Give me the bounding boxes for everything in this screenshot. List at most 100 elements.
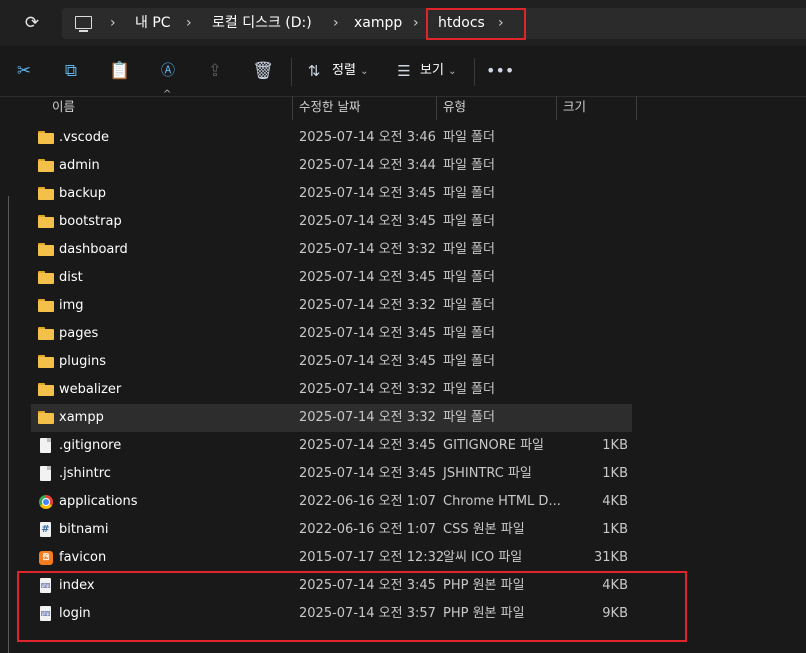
delete-icon[interactable]: 🗑 bbox=[252, 59, 274, 83]
css-file-icon: # bbox=[40, 522, 51, 537]
file-type: 파일 폴더 bbox=[443, 130, 495, 145]
folder-icon bbox=[38, 130, 54, 146]
cut-icon[interactable]: ✂ bbox=[13, 59, 35, 83]
folder-icon bbox=[38, 354, 54, 370]
file-type: 파일 폴더 bbox=[443, 214, 495, 229]
file-type: 파일 폴더 bbox=[443, 242, 495, 257]
file-row[interactable]: dist 2025-07-14 오전 3:45 파일 폴더 bbox=[31, 264, 632, 292]
file-name: applications bbox=[59, 494, 138, 509]
file-date: 2025-07-14 오전 3:32 bbox=[299, 242, 436, 257]
more-options-icon[interactable]: ••• bbox=[486, 59, 514, 83]
file-type: 파일 폴더 bbox=[443, 298, 495, 313]
column-divider[interactable] bbox=[292, 96, 293, 120]
file-row[interactable]: bootstrap 2025-07-14 오전 3:45 파일 폴더 bbox=[31, 208, 632, 236]
chevron-right-icon[interactable]: › bbox=[186, 8, 192, 39]
file-date: 2025-07-14 오전 3:45 bbox=[299, 466, 436, 481]
file-date: 2022-06-16 오전 1:07 bbox=[299, 494, 436, 509]
column-divider[interactable] bbox=[556, 96, 557, 120]
file-date: 2025-07-14 오전 3:45 bbox=[299, 326, 436, 341]
column-header-size[interactable]: 크기 bbox=[563, 96, 586, 120]
sort-label: 정렬 bbox=[332, 63, 356, 78]
file-row[interactable]: ಔ favicon 2015-07-17 오전 12:32 알씨 ICO 파일 31KB bbox=[31, 544, 632, 572]
sort-ascending-icon: ^ bbox=[163, 89, 172, 100]
folder-icon bbox=[38, 186, 54, 202]
file-name: img bbox=[59, 298, 84, 313]
chevron-right-icon[interactable]: › bbox=[413, 8, 419, 39]
share-icon[interactable]: ⇪ bbox=[204, 59, 226, 83]
file-row[interactable]: webalizer 2025-07-14 오전 3:32 파일 폴더 bbox=[31, 376, 632, 404]
file-row[interactable]: .gitignore 2025-07-14 오전 3:45 GITIGNORE 파일… bbox=[31, 432, 632, 460]
sort-button[interactable]: 정렬 ⌄ bbox=[332, 59, 368, 83]
file-row[interactable]: backup 2025-07-14 오전 3:45 파일 폴더 bbox=[31, 180, 632, 208]
folder-icon bbox=[38, 410, 54, 426]
file-row[interactable]: # bitnami 2022-06-16 오전 1:07 CSS 원본 파일 1KB bbox=[31, 516, 632, 544]
breadcrumb-this-pc[interactable]: 내 PC bbox=[135, 8, 171, 39]
column-header-date[interactable]: 수정한 날짜 bbox=[299, 96, 360, 120]
column-header-type[interactable]: 유형 bbox=[443, 96, 466, 120]
folder-icon bbox=[38, 270, 54, 286]
file-type: 파일 폴더 bbox=[443, 186, 495, 201]
file-date: 2025-07-14 오전 3:32 bbox=[299, 382, 436, 397]
file-name: plugins bbox=[59, 354, 106, 369]
file-row[interactable]: img 2025-07-14 오전 3:32 파일 폴더 bbox=[31, 292, 632, 320]
breadcrumb-xampp[interactable]: xampp bbox=[354, 8, 402, 39]
folder-icon bbox=[38, 298, 54, 314]
sort-icon[interactable]: ⇅ bbox=[304, 59, 324, 83]
breadcrumb-local-disk[interactable]: 로컬 디스크 (D:) bbox=[212, 8, 312, 39]
file-name: xampp bbox=[59, 410, 104, 425]
view-button[interactable]: 보기 ⌄ bbox=[420, 59, 456, 83]
file-row[interactable]: .jshintrc 2025-07-14 오전 3:45 JSHINTRC 파일 1K… bbox=[31, 460, 632, 488]
toolbar-divider bbox=[474, 58, 475, 86]
file-type: 파일 폴더 bbox=[443, 158, 495, 173]
this-pc-icon[interactable] bbox=[75, 16, 92, 32]
file-date: 2025-07-14 오전 3:45 bbox=[299, 186, 436, 201]
rename-icon[interactable]: Ⓐ bbox=[157, 59, 179, 83]
file-date: 2025-07-14 오전 3:45 bbox=[299, 354, 436, 369]
file-name: backup bbox=[59, 186, 106, 201]
file-name: .gitignore bbox=[59, 438, 122, 453]
file-type: 파일 폴더 bbox=[443, 354, 495, 369]
view-icon[interactable]: ☰ bbox=[394, 59, 414, 83]
file-row[interactable]: dashboard 2025-07-14 오전 3:32 파일 폴더 bbox=[31, 236, 632, 264]
file-name: dashboard bbox=[59, 242, 128, 257]
file-name: admin bbox=[59, 158, 100, 173]
chevron-right-icon[interactable]: › bbox=[110, 8, 116, 39]
file-date: 2025-07-14 오전 3:32 bbox=[299, 298, 436, 313]
folder-icon bbox=[38, 214, 54, 230]
copy-icon[interactable]: ⧉ bbox=[60, 59, 82, 83]
file-size: 1KB bbox=[602, 438, 628, 453]
file-date: 2025-07-14 오전 3:46 bbox=[299, 130, 436, 145]
highlight-box-htdocs bbox=[426, 8, 526, 40]
file-row[interactable]: .vscode 2025-07-14 오전 3:46 파일 폴더 bbox=[31, 124, 632, 152]
column-header-name[interactable]: 이름 bbox=[52, 96, 75, 120]
file-row[interactable]: applications 2022-06-16 오전 1:07 Chrome HTM… bbox=[31, 488, 632, 516]
column-divider[interactable] bbox=[436, 96, 437, 120]
file-name: webalizer bbox=[59, 382, 122, 397]
file-type: CSS 원본 파일 bbox=[443, 522, 525, 537]
file-size: 31KB bbox=[594, 550, 628, 565]
file-icon bbox=[38, 466, 54, 482]
view-label: 보기 bbox=[420, 63, 444, 78]
file-date: 2025-07-14 오전 3:45 bbox=[299, 438, 436, 453]
command-bar: ✂ ⧉ 📋 Ⓐ ⇪ 🗑 ⇅ 정렬 ⌄ ☰ 보기 ⌄ ••• bbox=[0, 46, 806, 97]
file-type: GITIGNORE 파일 bbox=[443, 438, 545, 453]
file-row[interactable]: plugins 2025-07-14 오전 3:45 파일 폴더 bbox=[31, 348, 632, 376]
file-row[interactable]: xampp 2025-07-14 오전 3:32 파일 폴더 bbox=[31, 404, 632, 432]
file-date: 2025-07-14 오전 3:45 bbox=[299, 270, 436, 285]
file-type: JSHINTRC 파일 bbox=[443, 466, 532, 481]
file-name: favicon bbox=[59, 550, 107, 565]
refresh-icon[interactable]: ⟳ bbox=[20, 11, 44, 35]
file-date: 2025-07-14 오전 3:45 bbox=[299, 214, 436, 229]
highlight-box-php-files bbox=[17, 571, 687, 642]
column-divider[interactable] bbox=[636, 96, 637, 120]
paste-icon[interactable]: 📋 bbox=[109, 59, 131, 83]
file-type: 파일 폴더 bbox=[443, 326, 495, 341]
file-type: 파일 폴더 bbox=[443, 382, 495, 397]
chevron-right-icon[interactable]: › bbox=[333, 8, 339, 39]
file-row[interactable]: pages 2025-07-14 오전 3:45 파일 폴더 bbox=[31, 320, 632, 348]
chrome-html-icon bbox=[39, 495, 53, 509]
folder-icon bbox=[38, 382, 54, 398]
file-row[interactable]: admin 2025-07-14 오전 3:44 파일 폴더 bbox=[31, 152, 632, 180]
file-date: 2025-07-14 오전 3:32 bbox=[299, 410, 436, 425]
file-type: 알씨 ICO 파일 bbox=[443, 550, 523, 565]
